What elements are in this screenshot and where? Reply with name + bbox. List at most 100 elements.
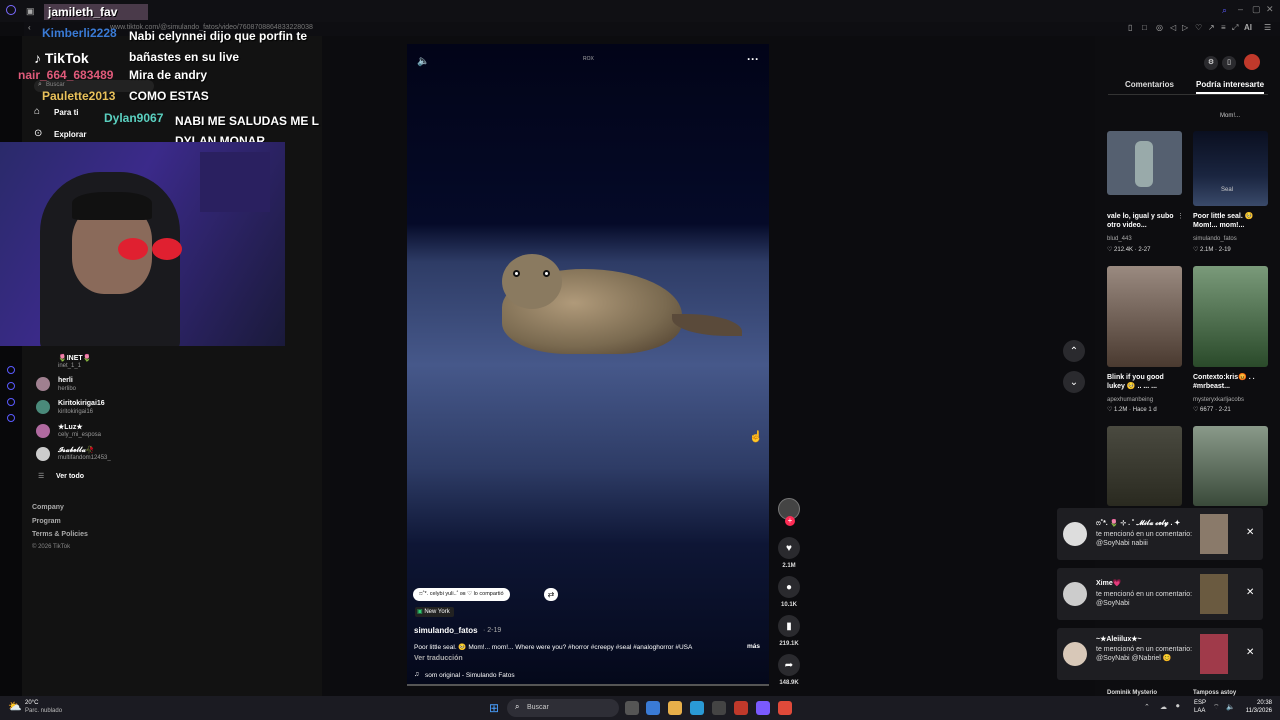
chrome-icon[interactable] bbox=[778, 701, 792, 715]
more-options-icon[interactable]: ⋮ bbox=[1177, 212, 1184, 220]
following-name-4[interactable]: 𝓘𝓼𝓪𝓫𝓮𝓵𝓵𝓪🥀 bbox=[58, 446, 95, 455]
suggestion-author-2[interactable]: simulando_fatos bbox=[1193, 236, 1237, 242]
repost-icon[interactable]: ⇄ bbox=[544, 588, 558, 601]
clock-time[interactable]: 20:38 bbox=[1244, 700, 1272, 706]
menu-icon[interactable]: ≡ bbox=[1221, 23, 1226, 32]
volume-icon[interactable]: 🔈 bbox=[417, 56, 429, 67]
see-all-link[interactable]: Ver todo bbox=[56, 473, 84, 480]
like-heart-icon[interactable]: ♥ bbox=[778, 537, 800, 559]
nav-explorar[interactable]: Explorar bbox=[54, 130, 86, 139]
notification-3[interactable]: ~★Aleiilux★~ te mencionó en un comentari… bbox=[1057, 628, 1263, 680]
close-icon[interactable]: ✕ bbox=[1246, 527, 1254, 538]
tab-comentarios[interactable]: Comentarios bbox=[1125, 80, 1174, 89]
suggestion-caption-2[interactable]: Poor little seal. 🥺 Mom!... mom!... bbox=[1193, 212, 1263, 230]
share-chip[interactable]: ෆ˚*. celybi yuli..˚ ʚɞ ♡ lo compartió bbox=[413, 588, 510, 601]
tab-icon[interactable]: ▣ bbox=[26, 6, 35, 17]
following-name-2[interactable]: Kiritokirigai16 bbox=[58, 400, 105, 407]
ai-label[interactable]: AI bbox=[1244, 23, 1252, 32]
suggestion-author-3[interactable]: apexhumanbeing bbox=[1107, 397, 1153, 403]
suggestion-thumb-1[interactable] bbox=[1107, 131, 1182, 195]
suggestion-thumb-3[interactable] bbox=[1107, 266, 1182, 367]
notif-thumb-2 bbox=[1200, 574, 1228, 614]
file-explorer-icon[interactable] bbox=[668, 701, 682, 715]
rail-icon-3[interactable] bbox=[7, 398, 15, 406]
following-name-3[interactable]: ★Luz★ bbox=[58, 423, 83, 431]
chevron-down-icon[interactable]: ⌄ bbox=[1063, 371, 1085, 393]
chevron-up-icon[interactable]: ⌃ bbox=[1063, 340, 1085, 362]
taskbar-search-input[interactable]: ⌕ Buscar bbox=[507, 699, 619, 717]
share-icon[interactable]: ↗ bbox=[1208, 23, 1215, 32]
caption-more[interactable]: más bbox=[747, 643, 760, 650]
suggestion-thumb-6[interactable] bbox=[1193, 426, 1268, 506]
panel-settings-icon[interactable]: ⚙ bbox=[1204, 56, 1218, 70]
discord-icon[interactable] bbox=[756, 701, 770, 715]
play-icon[interactable]: ▷ bbox=[1182, 23, 1188, 32]
footer-company[interactable]: Company bbox=[32, 504, 64, 511]
suggestion-caption-3[interactable]: Blink if you good lukey 🥺 .. ... ... bbox=[1107, 373, 1177, 391]
following-avatar-1[interactable] bbox=[36, 377, 50, 391]
close-window-icon[interactable]: ✕ bbox=[1266, 4, 1274, 15]
notification-2[interactable]: Xime💗 te mencionó en un comentario: @Soy… bbox=[1057, 568, 1263, 620]
more-icon[interactable]: ☰ bbox=[1264, 23, 1271, 32]
window-search-icon[interactable]: ⌕ bbox=[1222, 5, 1227, 16]
follow-plus-icon[interactable]: + bbox=[785, 516, 795, 526]
suggestion-thumb-5[interactable] bbox=[1107, 426, 1182, 506]
device-icon[interactable]: ▯ bbox=[1222, 56, 1236, 70]
store-icon[interactable] bbox=[712, 701, 726, 715]
onedrive-icon[interactable]: ☁ bbox=[1160, 703, 1167, 711]
minimize-icon[interactable]: – bbox=[1238, 4, 1243, 14]
video-progress-bar[interactable] bbox=[407, 684, 769, 686]
suggestion-thumb-2[interactable]: Seal bbox=[1193, 131, 1268, 206]
media-icon[interactable]: ◁ bbox=[1170, 23, 1176, 32]
mic-icon[interactable]: ⏺ bbox=[1176, 703, 1180, 711]
screenshot-icon[interactable]: ⤢ bbox=[1232, 23, 1238, 33]
comment-icon[interactable]: ● bbox=[778, 576, 800, 598]
wifi-icon[interactable]: ⌔ bbox=[1213, 703, 1220, 712]
close-icon[interactable]: ✕ bbox=[1246, 587, 1254, 598]
rail-icon-4[interactable] bbox=[7, 414, 15, 422]
tab-podria-interesarte[interactable]: Podría interesarte bbox=[1196, 80, 1265, 94]
extensions-icon[interactable]: □ bbox=[1142, 23, 1147, 32]
weather-icon[interactable]: ⛅ bbox=[8, 700, 22, 713]
location-chip[interactable]: ▣ New York bbox=[415, 607, 454, 617]
back-icon[interactable]: ‹ bbox=[28, 23, 31, 32]
following-avatar-3[interactable] bbox=[36, 424, 50, 438]
following-avatar-4[interactable] bbox=[36, 447, 50, 461]
video-player[interactable]: 🔈 ROX ··· ☝ ෆ˚*. celybi yuli..˚ ʚɞ ♡ lo … bbox=[407, 44, 769, 686]
following-name-1[interactable]: herli bbox=[58, 377, 73, 384]
profile-icon[interactable]: ◎ bbox=[1156, 23, 1163, 32]
translate-link[interactable]: Ver traducción bbox=[414, 655, 463, 662]
following-name-0[interactable]: 🌷INET🌷 bbox=[58, 354, 91, 362]
maximize-icon[interactable]: ▢ bbox=[1252, 4, 1261, 15]
nav-para-ti[interactable]: Para ti bbox=[54, 108, 78, 117]
tray-chevron-icon[interactable]: ⌃ bbox=[1144, 703, 1150, 711]
windows-start-icon[interactable]: ⊞ bbox=[489, 701, 499, 715]
sound-name[interactable]: som original - Simulando Fatos bbox=[425, 672, 515, 679]
suggestion-caption-4[interactable]: Contexto:kris😡 . . #mrbeast... bbox=[1193, 373, 1263, 391]
suggestion-author-1[interactable]: blud_443 bbox=[1107, 236, 1132, 242]
rail-icon-1[interactable] bbox=[7, 366, 15, 374]
suggestion-caption-1[interactable]: vale lo, igual y subo otro video... bbox=[1107, 212, 1175, 230]
edge-icon[interactable] bbox=[690, 701, 704, 715]
volume-tray-icon[interactable]: 🔈 bbox=[1226, 703, 1235, 711]
suggestion-thumb-4[interactable] bbox=[1193, 266, 1268, 367]
suggestion-author-4[interactable]: mysteryxkarljacobs bbox=[1193, 397, 1244, 403]
share-arrow-icon[interactable]: ➦ bbox=[778, 654, 800, 676]
task-view-icon[interactable] bbox=[625, 701, 639, 715]
video-author[interactable]: simulando_fatos bbox=[414, 626, 478, 635]
copilot-icon[interactable] bbox=[646, 701, 660, 715]
close-icon[interactable]: ✕ bbox=[1246, 647, 1254, 658]
heart-icon[interactable]: ♡ bbox=[1195, 23, 1202, 32]
following-avatar-2[interactable] bbox=[36, 400, 50, 414]
bookmark-icon[interactable]: ▯ bbox=[1128, 23, 1132, 32]
footer-terms[interactable]: Terms & Policies bbox=[32, 531, 88, 538]
tiktok-logo[interactable]: ♪ TikTok bbox=[34, 50, 89, 66]
opera-icon[interactable] bbox=[734, 701, 748, 715]
video-more-icon[interactable]: ··· bbox=[747, 52, 759, 66]
user-avatar[interactable] bbox=[1244, 54, 1260, 70]
rail-icon-2[interactable] bbox=[7, 382, 15, 390]
lang-indicator[interactable]: ESP bbox=[1194, 700, 1206, 706]
bookmark-save-icon[interactable]: ▮ bbox=[778, 615, 800, 637]
notification-1[interactable]: ෆ˚*. 🌷 ⊹ . ˚ 𝓜𝓲𝓵𝓪 𝓬𝓮𝓵𝔂 . ✦ te mencionó e… bbox=[1057, 508, 1263, 560]
footer-program[interactable]: Program bbox=[32, 518, 61, 525]
